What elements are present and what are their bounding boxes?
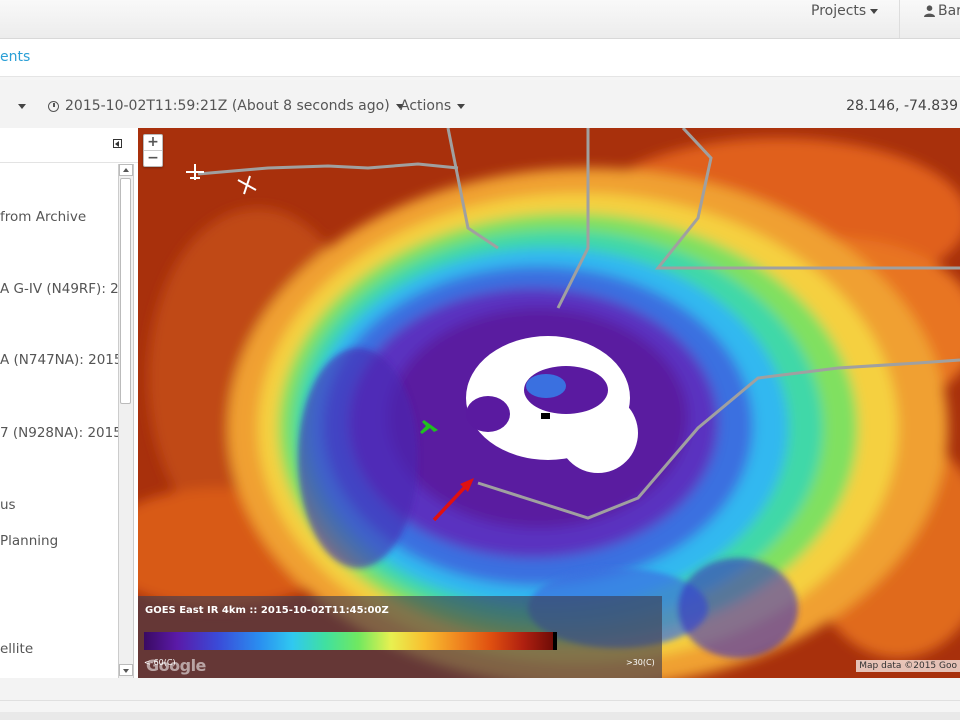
clock-icon <box>48 100 59 112</box>
legend-colorbar <box>144 632 556 650</box>
top-navbar: Projects Bar <box>0 0 960 39</box>
layer-list: from Archive A G-IV (N49RF): 201 A (N747… <box>0 164 118 678</box>
navbar-divider <box>899 0 900 38</box>
sidebar-header <box>0 128 138 163</box>
user-icon <box>924 5 935 17</box>
list-item[interactable]: us <box>0 497 16 513</box>
actions-label: Actions <box>400 98 452 114</box>
timestamp-label: 2015-10-02T11:59:21Z (About 8 seconds ag… <box>65 98 390 114</box>
bottom-bar <box>0 678 960 701</box>
scroll-thumb[interactable] <box>120 178 131 404</box>
time-selector[interactable]: 2015-10-02T11:59:21Z (About 8 seconds ag… <box>48 98 404 114</box>
collapse-sidebar-icon[interactable] <box>113 139 122 148</box>
list-item[interactable]: 7 (N928NA): 2015- <box>0 425 118 441</box>
legend-colorbar-end <box>553 632 557 650</box>
arrow-down-icon <box>123 669 129 673</box>
breadcrumb-link[interactable]: ents <box>0 49 30 65</box>
legend-max-label: >30(C) <box>626 658 655 667</box>
user-menu[interactable]: Bar <box>924 3 960 19</box>
list-item[interactable]: ellite <box>0 641 33 657</box>
google-logo: Google <box>146 656 206 675</box>
map-toolbar: 2015-10-02T11:59:21Z (About 8 seconds ag… <box>0 80 960 128</box>
scroll-down-button[interactable] <box>119 664 133 676</box>
user-label: Bar <box>938 3 960 19</box>
arrow-up-icon <box>123 168 129 172</box>
bottom-strip <box>0 712 960 720</box>
sidebar-scrollbar[interactable] <box>118 164 134 678</box>
chevron-down-icon <box>457 103 466 109</box>
zoom-out-button[interactable]: − <box>144 150 162 166</box>
zoom-in-button[interactable]: + <box>144 135 162 150</box>
legend-title: GOES East IR 4km :: 2015-10-02T11:45:00Z <box>145 605 389 616</box>
projects-menu[interactable]: Projects <box>811 3 879 19</box>
cursor-coordinates: 28.146, -74.839 <box>846 98 958 114</box>
map-attribution[interactable]: Map data ©2015 Goo <box>856 660 960 672</box>
list-item[interactable]: Planning <box>0 533 58 549</box>
list-item[interactable]: from Archive <box>0 209 86 225</box>
chevron-down-icon <box>870 8 879 14</box>
layer-sidebar: from Archive A G-IV (N49RF): 201 A (N747… <box>0 128 138 678</box>
colorbar-legend: GOES East IR 4km :: 2015-10-02T11:45:00Z… <box>138 596 662 678</box>
projects-label: Projects <box>811 3 867 19</box>
zoom-control: + − <box>143 134 163 167</box>
actions-menu[interactable]: Actions <box>400 98 466 114</box>
list-item[interactable]: A (N747NA): 2015-1 <box>0 352 118 368</box>
scroll-up-button[interactable] <box>119 164 133 176</box>
list-item[interactable]: A G-IV (N49RF): 201 <box>0 281 118 297</box>
breadcrumb: ents <box>0 39 960 77</box>
layer-dropdown-chevron-icon[interactable] <box>18 104 26 109</box>
map-canvas[interactable]: + − GOES East IR 4km :: 2015-10-02T11:45… <box>138 128 960 678</box>
